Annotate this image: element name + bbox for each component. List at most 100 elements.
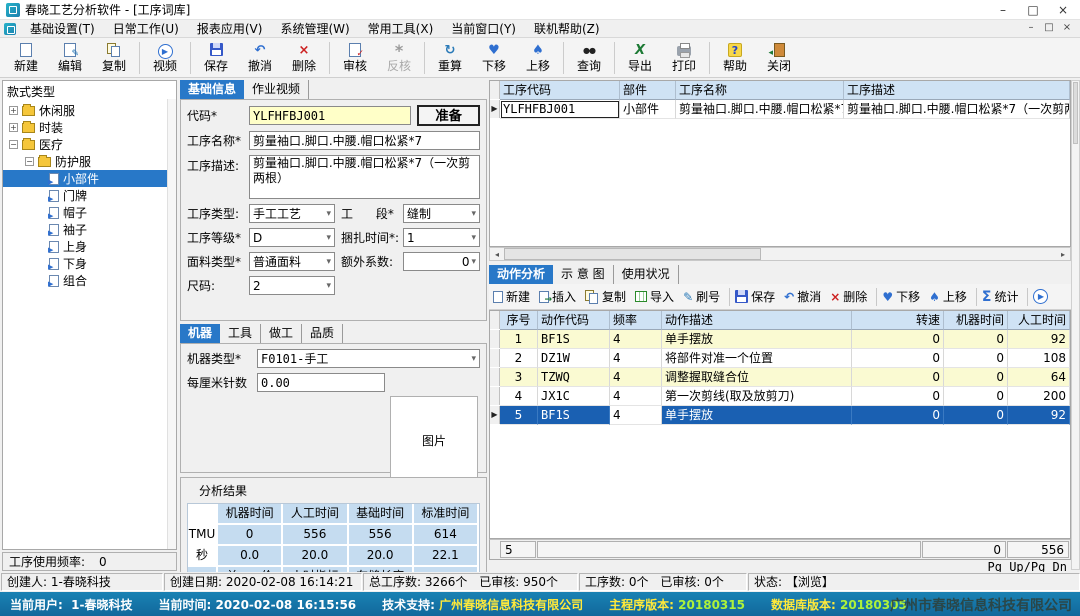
action-cell-mtime[interactable]: 0 [944, 406, 1008, 425]
action-cell-ltime[interactable]: 200 [1008, 387, 1070, 406]
action-cell-freq[interactable]: 4 [610, 330, 662, 349]
action-delete-button[interactable]: × 删除 [830, 288, 867, 305]
tab-action-analysis[interactable]: 动作分析 [489, 265, 553, 284]
tree-node-combination[interactable]: 组合 [3, 272, 176, 289]
action-cell-seq[interactable]: 5 [500, 406, 538, 425]
action-stats-button[interactable]: Σ 统计 [982, 288, 1019, 305]
action-renumber-button[interactable]: ✎ 刷号 [683, 288, 720, 305]
close-app-button[interactable]: 关闭 [757, 39, 801, 77]
action-cell-ltime[interactable]: 64 [1008, 368, 1070, 387]
scrollbar-thumb[interactable] [504, 248, 761, 260]
action-cell-desc[interactable]: 单手摆放 [662, 330, 852, 349]
move-up-button[interactable]: ♠ 上移 [516, 39, 560, 77]
process-desc-cell[interactable]: 剪量袖口.脚口.中腰.帽口松紧*7（一次剪两根） [844, 100, 1070, 119]
menu-help[interactable]: 联机帮助(Z) [525, 20, 609, 38]
scrollbar-thumb[interactable] [1073, 82, 1078, 144]
tree-node-small-part[interactable]: 小部件 [3, 170, 176, 187]
scroll-right-icon[interactable]: ▸ [1056, 250, 1070, 259]
tree-node-upper-body[interactable]: 上身 [3, 238, 176, 255]
tab-quality[interactable]: 品质 [302, 324, 343, 343]
action-undo-button[interactable]: ↶ 撤消 [784, 288, 821, 305]
action-cell-code[interactable]: DZ1W [538, 349, 610, 368]
tab-diagram[interactable]: 示 意 图 [553, 265, 614, 284]
undo-button[interactable]: ↶ 撤消 [238, 39, 282, 77]
tab-machine[interactable]: 机器 [180, 324, 220, 343]
expand-plus-icon[interactable]: + [9, 106, 18, 115]
action-cell-ltime[interactable]: 92 [1008, 406, 1070, 425]
action-cell-freq[interactable]: 4 [610, 368, 662, 387]
mdi-minimize-icon[interactable]: – [1022, 20, 1040, 36]
edit-button[interactable]: ✎ 编辑 [48, 39, 92, 77]
action-cell-speed[interactable]: 0 [852, 330, 944, 349]
action-cell-speed[interactable]: 0 [852, 368, 944, 387]
process-type-select[interactable]: 手工工艺▾ [249, 204, 335, 223]
action-cell-code[interactable]: TZWQ [538, 368, 610, 387]
action-cell-mtime[interactable]: 0 [944, 368, 1008, 387]
action-cell-desc[interactable]: 将部件对准一个位置 [662, 349, 852, 368]
mdi-close-icon[interactable]: × [1058, 20, 1076, 36]
tab-basic-info[interactable]: 基础信息 [180, 80, 244, 99]
close-icon[interactable]: × [1048, 0, 1078, 20]
size-select[interactable]: 2▾ [249, 276, 335, 295]
tab-work-video[interactable]: 作业视频 [244, 80, 309, 99]
action-cell-speed[interactable]: 0 [852, 406, 944, 425]
tree-scrollbar[interactable] [167, 99, 176, 549]
action-import-button[interactable]: 导入 [635, 288, 674, 305]
scroll-left-icon[interactable]: ◂ [490, 250, 504, 259]
tree-node-casual[interactable]: + 休闲服 [3, 102, 176, 119]
menu-basic-settings[interactable]: 基础设置(T) [21, 20, 104, 38]
action-cell-mtime[interactable]: 0 [944, 349, 1008, 368]
action-copy-button[interactable]: 复制 [585, 288, 626, 305]
action-cell-mtime[interactable]: 0 [944, 387, 1008, 406]
process-name-cell[interactable]: 剪量袖口.脚口.中腰.帽口松紧*7 [676, 100, 844, 119]
action-play-button[interactable]: ▶ [1033, 289, 1048, 304]
tree-node-medical[interactable]: − 医疗 [3, 136, 176, 153]
action-cell-code[interactable]: BF1S [538, 406, 610, 425]
recalculate-button[interactable]: ↻ 重算 [428, 39, 472, 77]
collapse-minus-icon[interactable]: − [9, 140, 18, 149]
tree-node-lower-body[interactable]: 下身 [3, 255, 176, 272]
action-cell-seq[interactable]: 2 [500, 349, 538, 368]
vertical-scrollbar[interactable] [1071, 80, 1080, 570]
process-code-cell[interactable]: YLFHFBJ001 [500, 100, 620, 119]
audit-button[interactable]: ✓ 审核 [333, 39, 377, 77]
action-cell-speed[interactable]: 0 [852, 387, 944, 406]
action-cell-ltime[interactable]: 92 [1008, 330, 1070, 349]
action-cell-mtime[interactable]: 0 [944, 330, 1008, 349]
menu-daily-work[interactable]: 日常工作(U) [104, 20, 188, 38]
stitches-per-cm-input[interactable] [257, 373, 385, 392]
print-button[interactable]: 打印 [662, 39, 706, 77]
collapse-minus-icon[interactable]: − [25, 157, 34, 166]
action-cell-desc[interactable]: 第一次剪线(取及放剪刀) [662, 387, 852, 406]
export-button[interactable]: X 导出 [618, 39, 662, 77]
action-save-button[interactable]: 保存 [735, 288, 775, 305]
minimize-icon[interactable]: – [988, 0, 1018, 20]
mdi-restore-icon[interactable]: □ [1040, 20, 1058, 36]
tree-node-door-plate[interactable]: 门牌 [3, 187, 176, 204]
extra-factor-select[interactable]: 0▾ [403, 252, 480, 271]
action-cell-code[interactable]: BF1S [538, 330, 610, 349]
action-cell-seq[interactable]: 3 [500, 368, 538, 387]
segment-select[interactable]: 缝制▾ [403, 204, 480, 223]
tab-usage-status[interactable]: 使用状况 [614, 265, 679, 284]
tree-node-sleeve[interactable]: 袖子 [3, 221, 176, 238]
delete-button[interactable]: × 删除 [282, 39, 326, 77]
process-desc-textarea[interactable]: 剪量袖口.脚口.中腰.帽口松紧*7（一次剪两根） [249, 155, 480, 199]
menu-reports[interactable]: 报表应用(V) [188, 20, 272, 38]
process-name-input[interactable] [249, 131, 480, 150]
action-cell-seq[interactable]: 1 [500, 330, 538, 349]
bundle-time-select[interactable]: 1▾ [403, 228, 480, 247]
new-button[interactable]: 新建 [4, 39, 48, 77]
action-cell-freq[interactable]: 4 [610, 387, 662, 406]
action-move-down-button[interactable]: ♥ 下移 [882, 288, 920, 305]
action-cell-freq[interactable]: 4 [610, 349, 662, 368]
action-cell-desc[interactable]: 调整握取缝合位 [662, 368, 852, 387]
save-button[interactable]: 保存 [194, 39, 238, 77]
menu-system[interactable]: 系统管理(W) [271, 20, 358, 38]
tab-tools[interactable]: 工具 [220, 324, 261, 343]
horizontal-scrollbar[interactable]: ◂ ▸ [489, 247, 1071, 261]
action-insert-button[interactable]: → 插入 [539, 288, 576, 305]
action-cell-seq[interactable]: 4 [500, 387, 538, 406]
menu-tools[interactable]: 常用工具(X) [359, 20, 443, 38]
tree-node-protective[interactable]: − 防护服 [3, 153, 176, 170]
